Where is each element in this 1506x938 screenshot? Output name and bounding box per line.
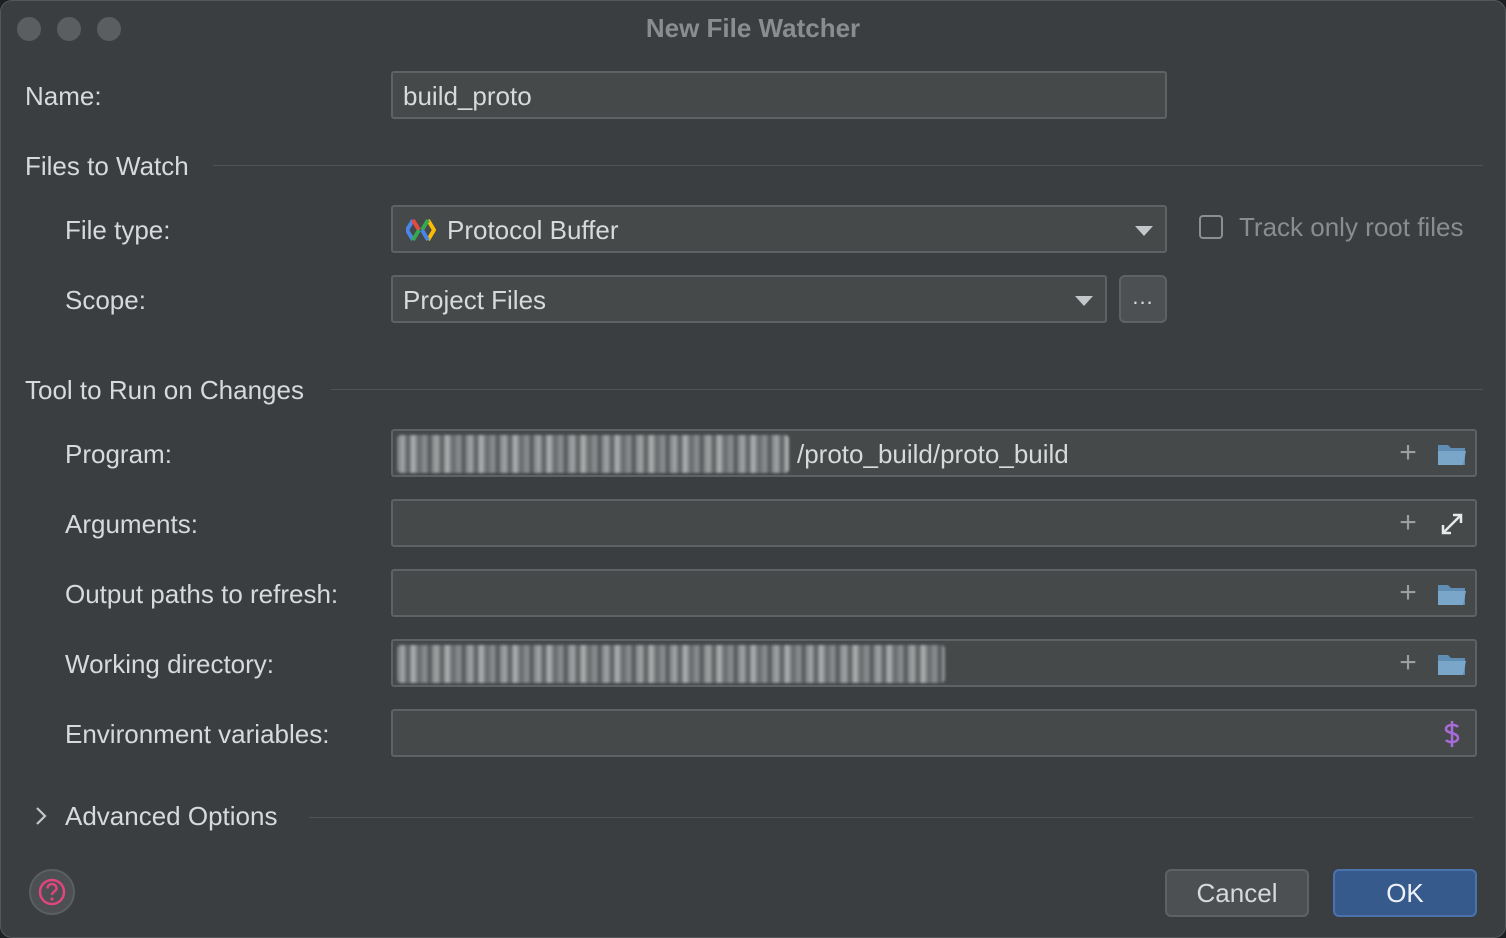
plus-icon[interactable]: + (1394, 435, 1422, 471)
plus-icon[interactable]: + (1394, 575, 1422, 611)
cancel-button[interactable]: Cancel (1165, 869, 1309, 917)
scope-browse-button[interactable]: ... (1119, 275, 1167, 323)
working-directory-field[interactable]: + (391, 639, 1477, 687)
name-field[interactable]: build_proto (391, 71, 1167, 119)
name-value: build_proto (403, 81, 532, 111)
chevron-down-icon (1075, 296, 1093, 306)
redacted-path (397, 645, 945, 683)
output-paths-field[interactable]: + (391, 569, 1477, 617)
files-to-watch-separator (213, 165, 1483, 166)
tool-section-heading: Tool to Run on Changes (25, 375, 304, 405)
help-icon (38, 878, 66, 906)
file-type-label: File type: (65, 215, 171, 245)
arguments-field[interactable]: + (391, 499, 1477, 547)
environment-variables-field[interactable] (391, 709, 1477, 757)
track-only-root-label[interactable]: Track only root files (1239, 211, 1463, 243)
chevron-right-icon[interactable] (33, 805, 49, 827)
folder-icon[interactable] (1435, 577, 1469, 611)
protobuf-icon (406, 218, 436, 242)
program-label: Program: (65, 439, 172, 469)
advanced-options-separator (309, 817, 1473, 818)
environment-variables-label: Environment variables: (65, 719, 330, 749)
expand-icon[interactable] (1435, 507, 1469, 541)
scope-value: Project Files (403, 285, 547, 315)
folder-icon[interactable] (1435, 437, 1469, 471)
scope-dropdown[interactable]: Project Files (391, 275, 1107, 323)
arguments-label: Arguments: (65, 509, 198, 539)
tool-section-separator (331, 389, 1483, 390)
plus-icon[interactable]: + (1394, 505, 1422, 541)
track-only-root-checkbox[interactable] (1199, 215, 1223, 239)
working-directory-label: Working directory: (65, 649, 275, 679)
plus-icon[interactable]: + (1394, 645, 1422, 681)
scope-label: Scope: (65, 285, 146, 315)
help-button[interactable] (29, 869, 75, 915)
advanced-options-toggle[interactable]: Advanced Options (65, 800, 277, 832)
window-title: New File Watcher (645, 13, 861, 43)
file-type-dropdown[interactable]: Protocol Buffer (391, 205, 1167, 253)
name-label: Name: (25, 81, 102, 111)
redacted-path (397, 435, 789, 473)
file-type-value: Protocol Buffer (447, 215, 619, 245)
dollar-icon[interactable] (1435, 717, 1469, 751)
output-paths-label: Output paths to refresh: (65, 579, 339, 609)
chevron-down-icon (1135, 226, 1153, 236)
new-file-watcher-dialog: New File Watcher Name: build_proto Files… (0, 0, 1506, 938)
program-field[interactable]: /proto_build/proto_build + (391, 429, 1477, 477)
folder-icon[interactable] (1435, 647, 1469, 681)
title-bar: New File Watcher (1, 1, 1505, 55)
files-to-watch-heading: Files to Watch (25, 151, 189, 181)
ok-button[interactable]: OK (1333, 869, 1477, 917)
program-value: /proto_build/proto_build (797, 439, 1069, 469)
